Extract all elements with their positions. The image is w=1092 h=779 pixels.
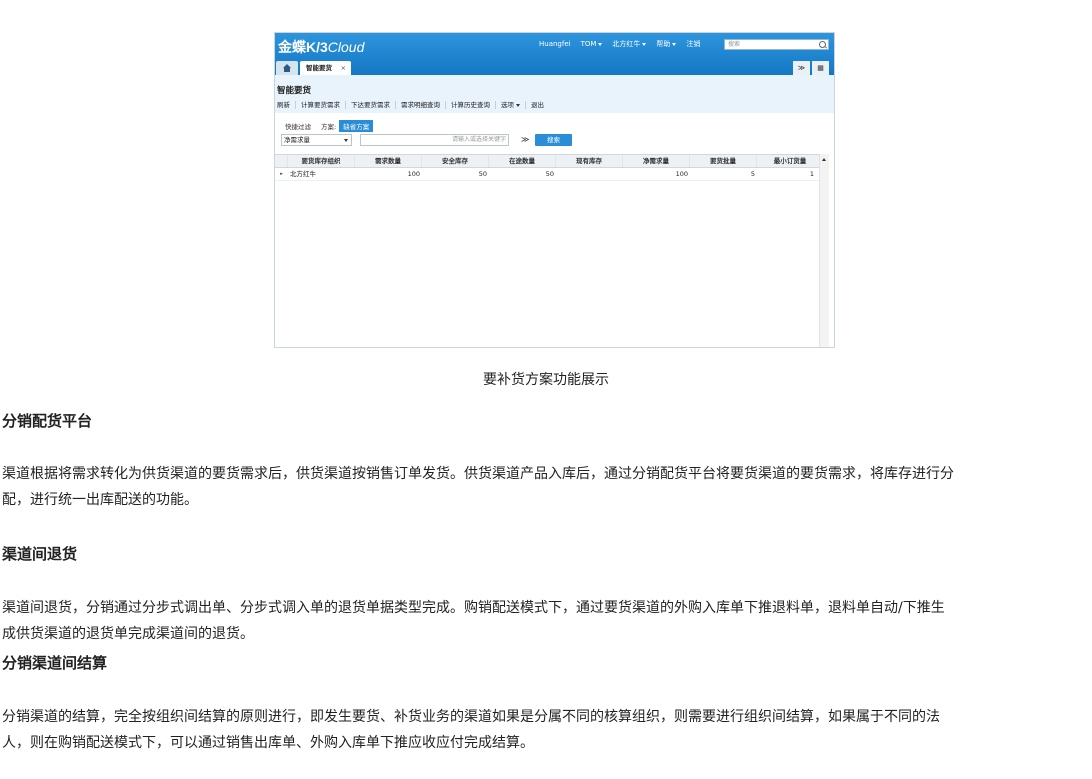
column-header[interactable]: 现有库存 <box>556 155 623 167</box>
username-link[interactable]: Huangfei <box>539 39 571 49</box>
column-header[interactable]: 要货批量 <box>690 155 757 167</box>
cell-lot-size: 5 <box>750 170 755 178</box>
row-indicator-header <box>275 155 288 167</box>
grid-header: 要货库存组织 需求数量 安全库存 在途数量 现有库存 净需求量 要货批量 最小订… <box>275 155 827 168</box>
page-title: 智能要货 <box>277 86 312 96</box>
expand-filter-icon[interactable]: ≫ <box>521 134 529 146</box>
grid-scrollbar[interactable] <box>819 154 829 347</box>
field-select-value: 净需求量 <box>284 136 310 144</box>
options-label: 选项 <box>501 101 514 109</box>
help-menu[interactable]: 帮助 <box>656 39 677 49</box>
filter-row: 快捷过滤 方案: 缺省方案 <box>285 120 374 132</box>
chevron-down-icon <box>642 42 647 46</box>
grid-menu-button[interactable]: ▦ <box>812 61 829 75</box>
paragraph-line: 人，则在购销配送模式下，可以通过销售出库单、外购入库单下推应收应付完成结算。 <box>2 735 534 751</box>
product-logo: 金蝶K/3Cloud <box>278 39 365 55</box>
scheme-label: 方案: <box>321 123 337 131</box>
app-window: 金蝶K/3Cloud Huangfei TOM 北方红牛 帮助 注销 搜索 智能… <box>274 32 835 348</box>
column-header[interactable]: 最小订货量 <box>757 155 824 167</box>
top-bar: 金蝶K/3Cloud Huangfei TOM 北方红牛 帮助 注销 搜索 智能… <box>275 33 834 75</box>
calc-history-button[interactable]: 计算历史查询 <box>446 101 496 109</box>
close-icon[interactable]: × <box>341 61 346 75</box>
refresh-button[interactable]: 刷新 <box>277 101 296 109</box>
paragraph-line: 成供货渠道的退货单完成渠道间的退货。 <box>2 626 254 642</box>
data-grid: 要货库存组织 需求数量 安全库存 在途数量 现有库存 净需求量 要货批量 最小订… <box>275 154 827 347</box>
demand-detail-button[interactable]: 需求明细查询 <box>396 101 446 109</box>
issue-demand-button[interactable]: 下达要货需求 <box>346 101 396 109</box>
column-header[interactable]: 净需求量 <box>623 155 690 167</box>
page-header: 智能要货 刷新 计算要货需求 下达要货需求 需求明细查询 计算历史查询 选项 退… <box>275 75 834 113</box>
section-heading: 渠道间退货 <box>2 545 78 563</box>
exit-button[interactable]: 退出 <box>526 101 549 109</box>
column-header[interactable]: 要货库存组织 <box>288 155 355 167</box>
tab-strip: 智能要货 × ≫ ▦ <box>275 60 834 75</box>
tab-smart-replenish[interactable]: 智能要货 × <box>300 61 351 75</box>
column-header[interactable]: 安全库存 <box>422 155 489 167</box>
row-expand-icon[interactable]: ▸ <box>275 168 288 180</box>
paragraph-line: 分销渠道的结算，完全按组织间结算的原则进行，即发生要货、补货业务的渠道如果是分属… <box>2 709 940 725</box>
section-heading: 分销配货平台 <box>2 412 93 430</box>
search-placeholder: 搜索 <box>728 41 741 48</box>
paragraph-line: 渠道根据将需求转化为供货渠道的要货需求后，供货渠道按销售订单发货。供货渠道产品入… <box>2 466 954 482</box>
scroll-up-icon[interactable] <box>822 158 826 161</box>
section-heading: 分销渠道间结算 <box>2 654 108 672</box>
org-menu[interactable]: 北方红牛 <box>612 39 647 49</box>
paragraph-line: 配，进行统一出库配送的功能。 <box>2 492 198 508</box>
help-menu-label: 帮助 <box>656 40 671 48</box>
chevron-down-icon <box>598 42 603 46</box>
section-paragraph: 渠道间退货，分销通过分步式调出单、分步式调入单的退货单据类型完成。购销配送模式下… <box>2 595 1092 647</box>
cell-in-transit: 50 <box>545 170 554 178</box>
cell-min-order: 1 <box>809 170 814 178</box>
cell-demand-qty: 100 <box>407 170 420 178</box>
search-button[interactable]: 搜索 <box>535 134 572 146</box>
search-icon[interactable] <box>819 41 826 48</box>
field-select[interactable]: 净需求量 <box>281 134 352 146</box>
calc-demand-button[interactable]: 计算要货需求 <box>296 101 346 109</box>
query-row: 净需求量 请输入或选择关键字 ≫ 搜索 <box>281 134 821 146</box>
table-row[interactable]: ▸ 北方红牛 100 50 50 100 5 1 <box>275 168 827 181</box>
keyword-input[interactable]: 请输入或选择关键字 <box>360 134 509 146</box>
org-menu-label: 北方红牛 <box>612 40 641 48</box>
global-search-input[interactable]: 搜索 <box>724 39 829 50</box>
paragraph-line: 渠道间退货，分销通过分步式调出单、分步式调入单的退货单据类型完成。购销配送模式下… <box>2 600 945 616</box>
figure-caption: 要补货方案功能展示 <box>483 372 609 388</box>
tom-menu-label: TOM <box>580 40 597 48</box>
cell-net-demand: 100 <box>675 170 688 178</box>
user-menu: Huangfei TOM 北方红牛 帮助 注销 <box>539 39 700 49</box>
tab-label: 智能要货 <box>306 64 332 72</box>
cell-safety-stock: 50 <box>478 170 487 178</box>
quick-filter-link[interactable]: 快捷过滤 <box>285 121 311 131</box>
logout-link[interactable]: 注销 <box>686 39 700 49</box>
home-tab[interactable] <box>276 61 298 75</box>
options-menu[interactable]: 选项 <box>496 101 526 109</box>
scheme-default-tag[interactable]: 缺省方案 <box>339 120 374 132</box>
toolbar: 刷新 计算要货需求 下达要货需求 需求明细查询 计算历史查询 选项 退出 <box>277 101 549 109</box>
chevron-down-icon <box>672 42 677 46</box>
cell-on-hand <box>556 168 623 180</box>
home-icon <box>283 64 291 72</box>
section-paragraph: 渠道根据将需求转化为供货渠道的要货需求后，供货渠道按销售订单发货。供货渠道产品入… <box>2 461 1092 513</box>
expand-tabs-button[interactable]: ≫ <box>793 61 810 75</box>
column-header[interactable]: 需求数量 <box>355 155 422 167</box>
tom-menu[interactable]: TOM <box>581 39 603 49</box>
cell-org: 北方红牛 <box>290 170 316 178</box>
chevron-down-icon <box>344 139 348 142</box>
section-paragraph: 分销渠道的结算，完全按组织间结算的原则进行，即发生要货、补货业务的渠道如果是分属… <box>2 704 1092 756</box>
tab-tools: ≫ ▦ <box>793 61 829 75</box>
chevron-down-icon <box>516 103 520 107</box>
column-header[interactable]: 在途数量 <box>489 155 556 167</box>
